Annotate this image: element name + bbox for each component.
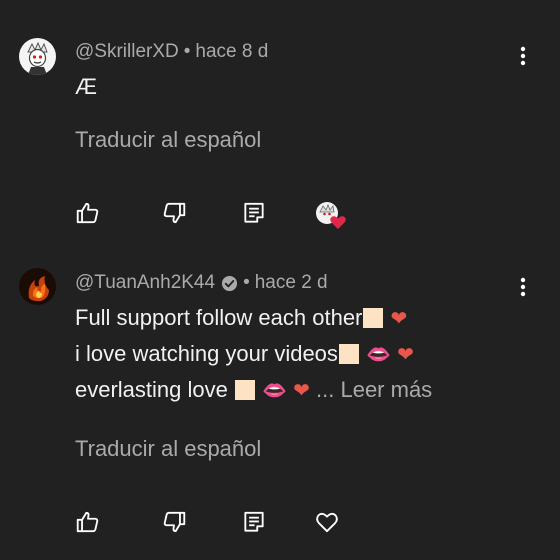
comment-header: @SkrillerXD • hace 8 d [75,41,268,63]
comment-text: Æ [75,74,97,99]
avatar[interactable] [19,268,56,305]
kiss-emoji-icon: 👄 [262,378,288,402]
translate-link[interactable]: Traducir al español [75,436,261,462]
creator-heart-icon [316,202,346,229]
reply-button[interactable] [241,200,267,226]
reply-icon [244,202,264,223]
comment-text: i love watching your videos [75,341,338,366]
comment-text: Full support follow each other [75,305,363,330]
thumbs-up-icon [76,511,99,533]
thumbs-down-icon [163,202,186,224]
missing-glyph-box [363,308,384,328]
heart-emoji-icon: ❤ [397,342,414,366]
comment-line-3: everlasting love 👄 ❤ ... Leer más [75,376,432,404]
thumbs-down-icon [163,511,186,533]
heart-emoji-icon: ❤ [293,378,310,402]
timestamp[interactable]: hace 2 d [255,272,328,294]
author-name[interactable]: @TuanAnh2K44 [75,272,215,294]
comment-header: @TuanAnh2K44 • hace 2 d [75,272,328,294]
reply-icon [244,511,264,532]
thumbs-up-icon [76,202,99,224]
dislike-button[interactable] [161,200,187,226]
more-vert-icon[interactable] [512,45,534,69]
like-button[interactable] [75,200,101,226]
header-separator: • [183,41,191,62]
heart-outline-icon [316,512,338,533]
heart-emoji-icon: ❤ [390,306,408,330]
more-vert-icon[interactable] [512,276,534,300]
avatar[interactable] [19,38,56,75]
comment-line-1: Full support follow each other ❤ [75,304,407,332]
read-more-link[interactable]: ... Leer más [316,377,432,402]
verified-badge-icon [222,275,238,291]
missing-glyph-box [338,344,359,364]
comment-line-2: i love watching your videos 👄 ❤ [75,340,414,368]
like-button[interactable] [75,509,101,535]
translate-link[interactable]: Traducir al español [75,127,261,153]
author-name[interactable]: @SkrillerXD [75,41,179,63]
dislike-button[interactable] [161,509,187,535]
reply-button[interactable] [241,509,267,535]
comment-text: everlasting love [75,377,234,402]
timestamp[interactable]: hace 8 d [195,41,268,63]
heart-button[interactable] [314,509,340,535]
header-separator: • [243,272,250,293]
creator-heart[interactable] [314,200,348,230]
missing-glyph-box [234,380,255,400]
kiss-emoji-icon: 👄 [366,342,391,366]
